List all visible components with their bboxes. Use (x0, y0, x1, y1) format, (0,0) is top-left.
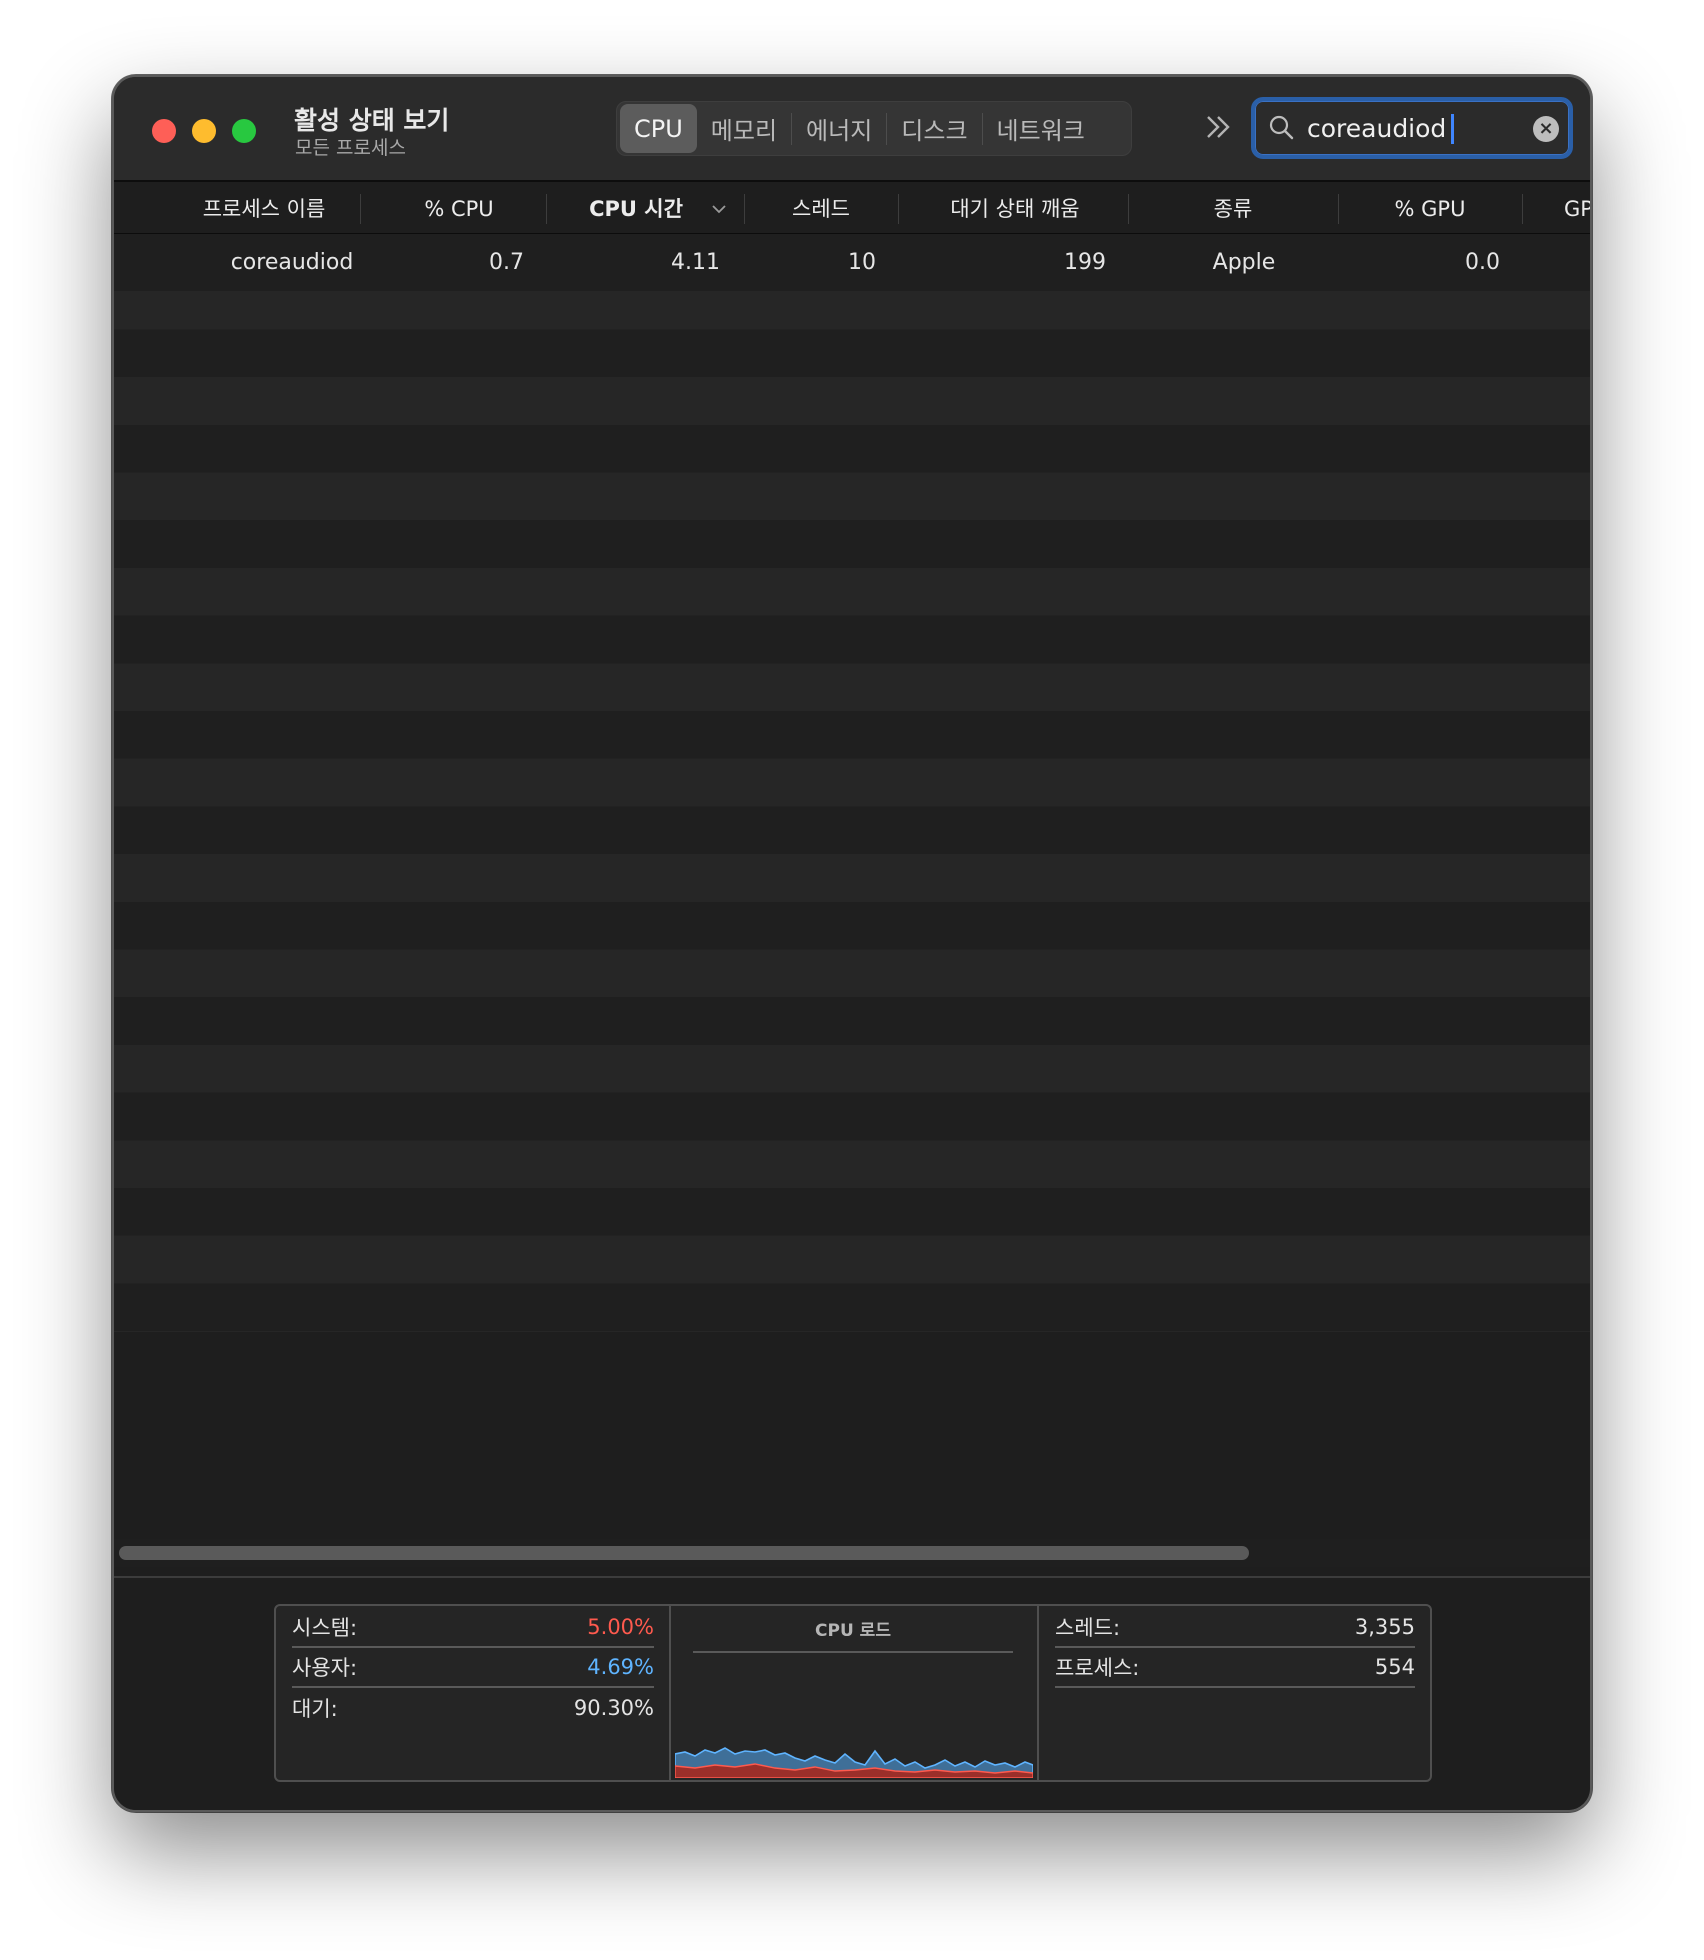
double-chevron-right-icon (1207, 116, 1230, 138)
threads-value: 3,355 (1354, 1615, 1415, 1639)
column-divider (1128, 194, 1129, 224)
column-divider (898, 194, 899, 224)
idle-stat: 대기: 90.30% (292, 1688, 654, 1728)
system-value: 5.00% (587, 1615, 654, 1639)
threads-stat: 스레드: 3,355 (1055, 1608, 1415, 1648)
stats-panel: 시스템: 5.00% 사용자: 4.69% 대기: 90.30% CPU 로드 (274, 1604, 1432, 1782)
cell-gpu-percent: 0.0 (1465, 250, 1500, 275)
search-field[interactable]: × (1251, 97, 1573, 159)
search-input[interactable] (1307, 109, 1517, 147)
threads-label: 스레드: (1055, 1616, 1121, 1640)
window-subtitle[interactable]: 모든 프로세스 (295, 133, 406, 160)
tab-memory[interactable]: 메모리 (697, 104, 791, 153)
user-stat: 사용자: 4.69% (292, 1648, 654, 1688)
table-header: 프로세스 이름 % CPU CPU 시간 스레드 대기 상태 깨움 종류 % G… (114, 184, 1590, 234)
column-divider (360, 194, 361, 224)
tab-network[interactable]: 네트워크 (983, 104, 1099, 153)
cpu-load-title: CPU 로드 (693, 1616, 1013, 1653)
tab-energy[interactable]: 에너지 (792, 104, 886, 153)
system-stat: 시스템: 5.00% (292, 1608, 654, 1648)
column-header-threads[interactable]: 스레드 (746, 184, 896, 234)
idle-value: 90.30% (573, 1696, 654, 1720)
column-header-process-name[interactable]: 프로세스 이름 (154, 184, 374, 234)
table-row[interactable]: coreaudiod 0.7 4.11 10 199 Apple 0.0 (114, 234, 1590, 291)
cell-threads: 10 (848, 250, 876, 275)
processes-label: 프로세스: (1055, 1656, 1140, 1680)
cell-kind: Apple (1212, 250, 1276, 275)
cell-cpu-time: 4.11 (671, 250, 720, 275)
cell-cpu-percent: 0.7 (489, 250, 524, 275)
column-divider (1522, 194, 1523, 224)
minimize-window-button[interactable] (192, 119, 216, 143)
column-divider (546, 194, 547, 224)
tab-disk[interactable]: 디스크 (887, 104, 981, 153)
cell-idle-wakeups: 199 (1064, 250, 1106, 275)
process-table[interactable]: coreaudiod 0.7 4.11 10 199 Apple 0.0 (114, 234, 1590, 1332)
processes-stat: 프로세스: 554 (1055, 1648, 1415, 1688)
tab-bar: CPU 메모리 에너지 디스크 네트워크 (616, 101, 1132, 156)
search-icon (1269, 115, 1294, 140)
tab-cpu[interactable]: CPU (620, 104, 697, 153)
close-window-button[interactable] (152, 119, 176, 143)
column-header-cpu-percent[interactable]: % CPU (364, 184, 554, 234)
window-title: 활성 상태 보기 (294, 106, 450, 135)
activity-monitor-window: 활성 상태 보기 모든 프로세스 CPU 메모리 에너지 디스크 네트워크 co… (112, 75, 1592, 1812)
user-value: 4.69% (587, 1655, 654, 1679)
thread-process-counts: 스레드: 3,355 프로세스: 554 (1039, 1606, 1432, 1780)
system-label: 시스템: (292, 1616, 358, 1640)
clear-search-icon[interactable]: × (1533, 116, 1559, 142)
cpu-load-graph-panel: CPU 로드 (671, 1606, 1039, 1780)
column-header-gpu-time[interactable]: GP (1564, 184, 1590, 234)
user-label: 사용자: (292, 1656, 358, 1680)
column-header-gpu-percent[interactable]: % GPU (1340, 184, 1520, 234)
sort-descending-chevron-icon (712, 205, 726, 214)
scrollbar-thumb[interactable] (119, 1546, 1249, 1560)
cpu-usage-breakdown: 시스템: 5.00% 사용자: 4.69% 대기: 90.30% (276, 1606, 671, 1780)
cpu-summary-footer: 시스템: 5.00% 사용자: 4.69% 대기: 90.30% CPU 로드 (114, 1578, 1590, 1810)
processes-value: 554 (1374, 1655, 1415, 1679)
text-caret (1451, 114, 1454, 144)
zoom-window-button[interactable] (232, 119, 256, 143)
title-bar: 활성 상태 보기 모든 프로세스 CPU 메모리 에너지 디스크 네트워크 co… (114, 77, 1590, 182)
overflow-chevron-icon[interactable] (1204, 111, 1234, 151)
horizontal-scrollbar[interactable] (114, 1539, 1590, 1567)
column-header-cpu-time[interactable]: CPU 시간 (550, 184, 722, 234)
column-header-kind[interactable]: 종류 (1130, 184, 1336, 234)
column-divider (744, 194, 745, 224)
column-divider (1338, 194, 1339, 224)
cpu-load-graph (675, 1747, 1033, 1778)
idle-label: 대기: (292, 1697, 338, 1721)
column-header-idle-wakeups[interactable]: 대기 상태 깨움 (900, 184, 1130, 234)
